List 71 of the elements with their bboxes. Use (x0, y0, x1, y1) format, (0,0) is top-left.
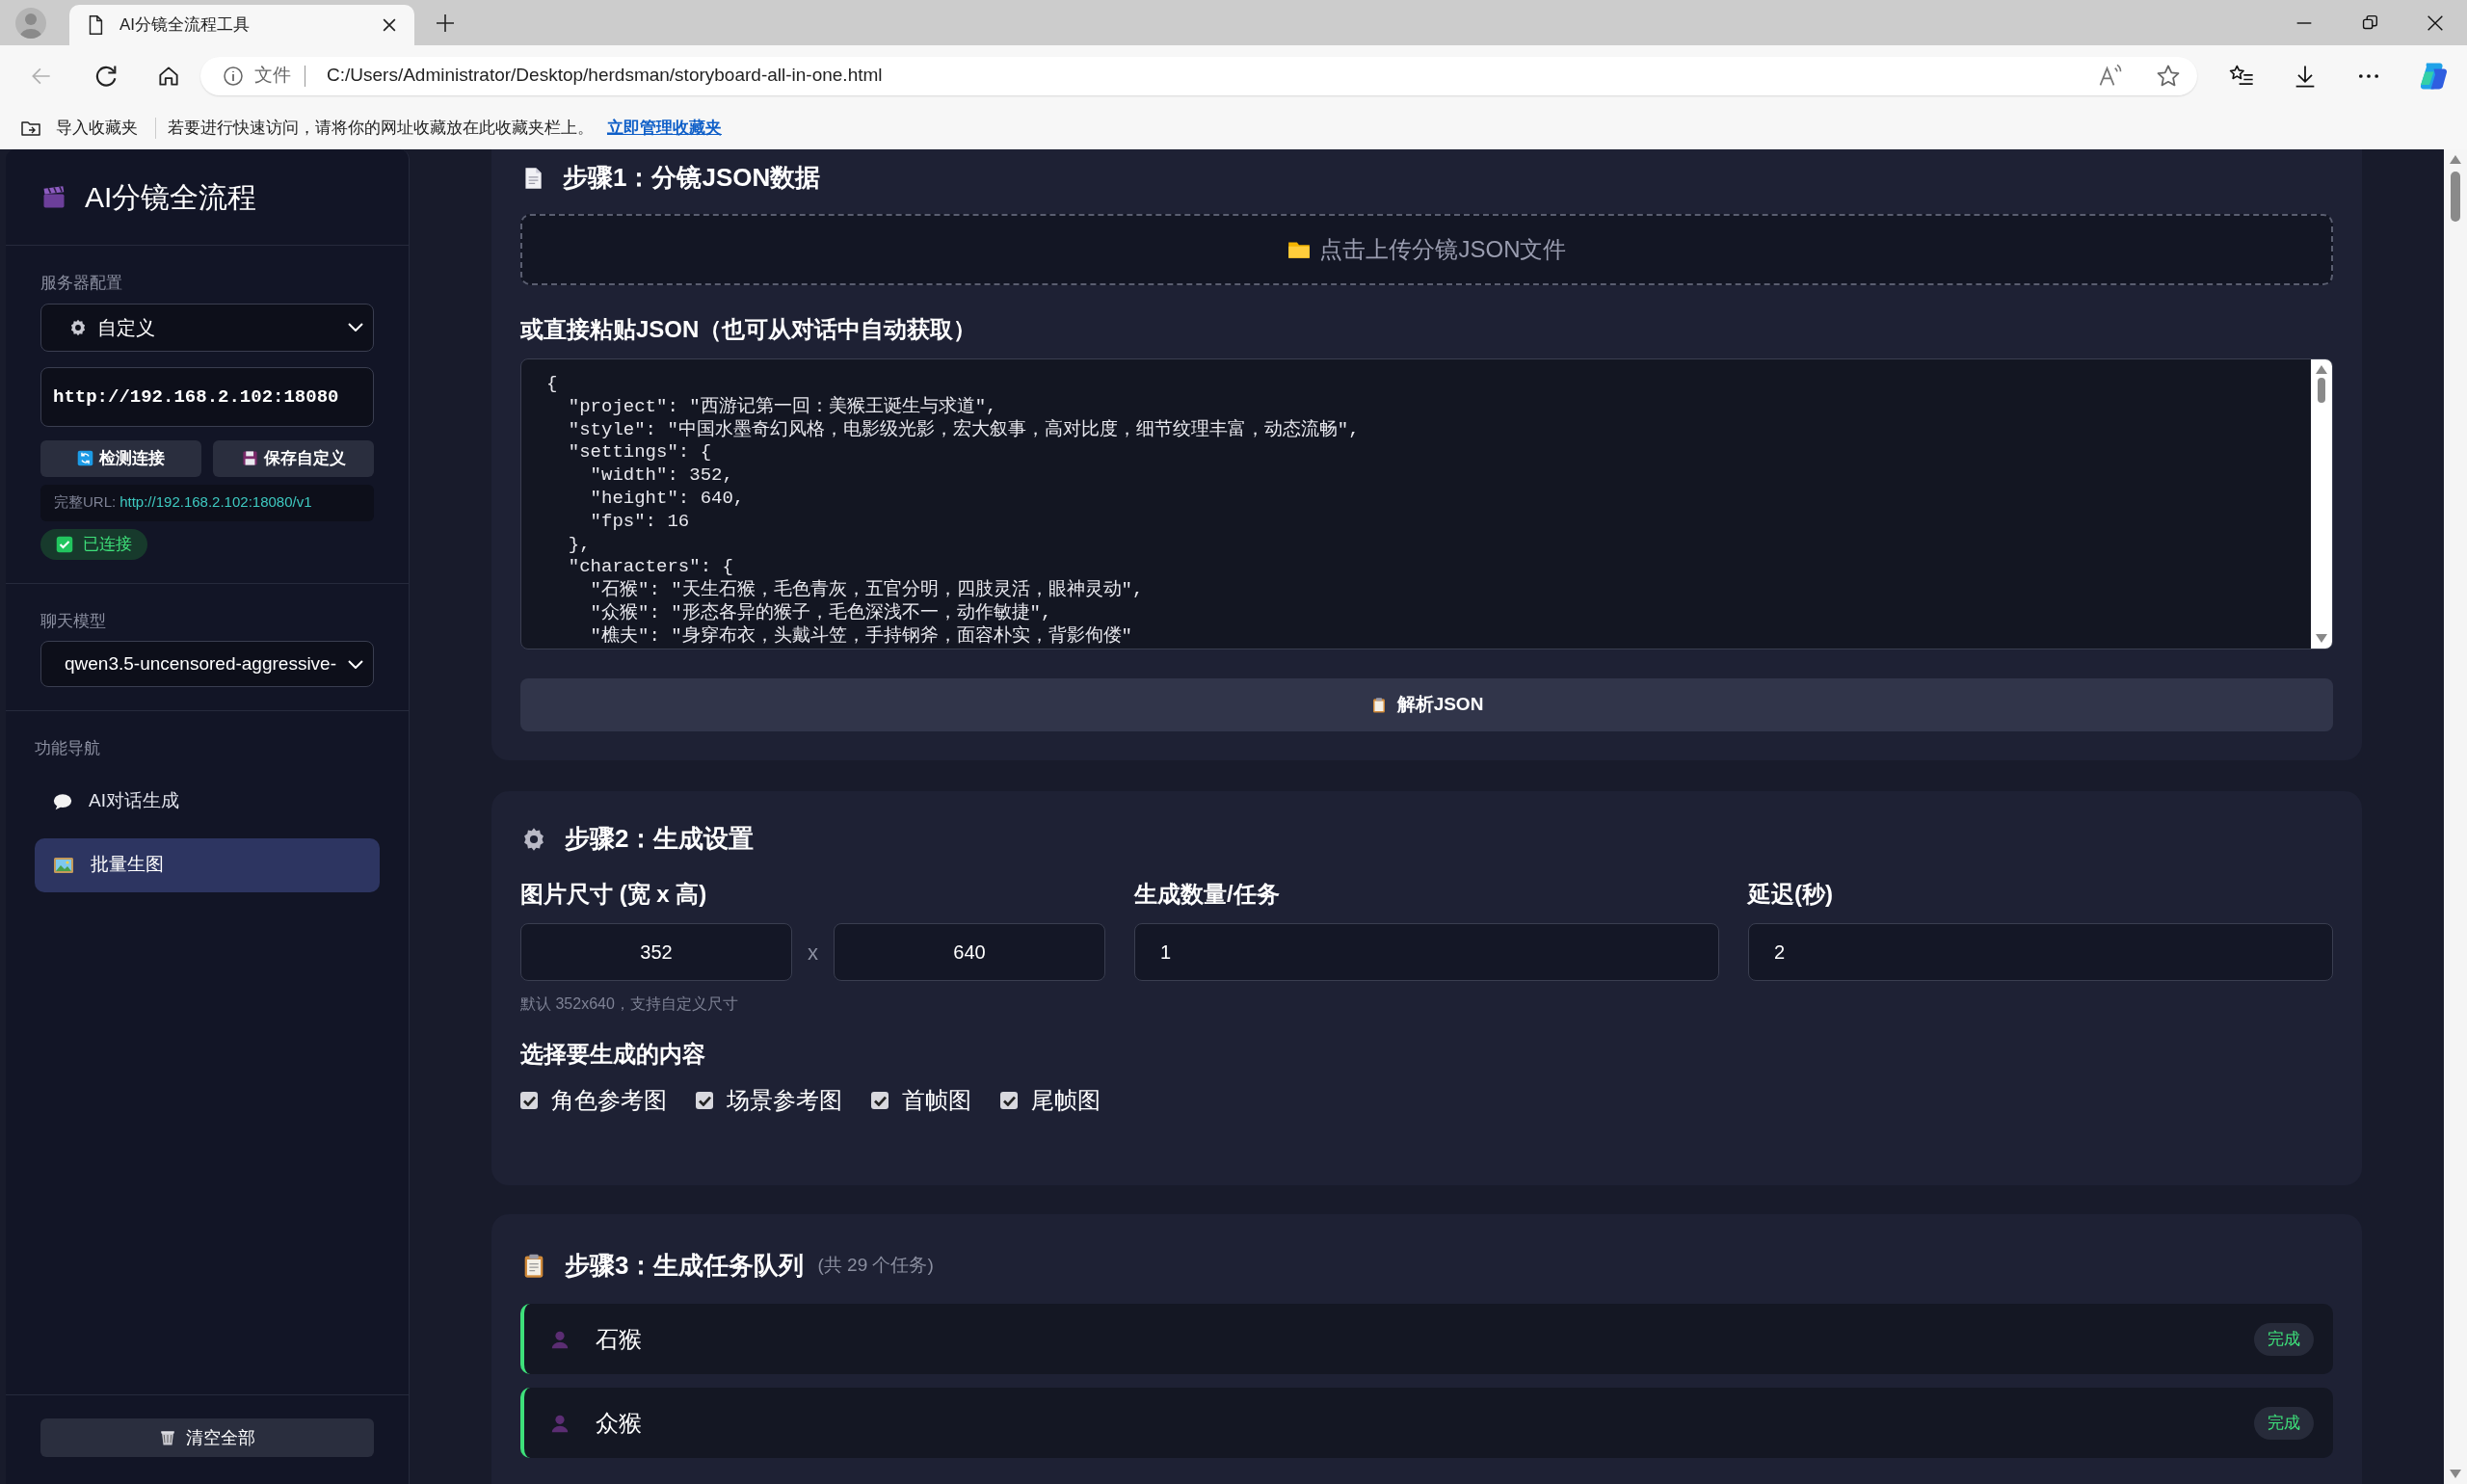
task-name: 石猴 (596, 1324, 643, 1354)
checkbox[interactable] (696, 1092, 713, 1109)
height-field[interactable]: 640 (834, 923, 1105, 981)
upload-area[interactable]: 点击上传分镜JSON文件 (520, 214, 2333, 285)
favorites-hint: 若要进行快速访问，请将你的网址收藏放在此收藏夹栏上。 (168, 117, 594, 139)
gear-icon (68, 317, 88, 337)
content-checkbox[interactable]: 场景参考图 (696, 1083, 842, 1118)
scroll-down-icon[interactable] (2316, 634, 2327, 643)
check-box-icon (56, 535, 73, 553)
section-label: 聊天模型 (40, 610, 107, 632)
count-field[interactable]: 1 (1134, 923, 1719, 981)
chevron-down-icon (348, 659, 363, 669)
server-url-field[interactable]: http://192.168.2.102:18080 (40, 366, 374, 427)
check-icon (1002, 1095, 1016, 1106)
app-title: AI分镜全流程 (85, 180, 257, 215)
task-name: 众猴 (596, 1408, 643, 1438)
step-title: 步骤1：分镜JSON数据 (563, 162, 821, 194)
field-label: 延迟(秒) (1748, 880, 1834, 909)
full-url-label: 完整URL: (54, 492, 117, 513)
section-label: 功能导航 (35, 738, 101, 759)
model-dropdown[interactable]: qwen3.5-uncensored-aggressive- (40, 641, 374, 687)
section-label: 服务器配置 (40, 273, 123, 294)
clear-all-button[interactable]: 清空全部 (40, 1418, 374, 1457)
server-dropdown[interactable]: 自定义 (40, 303, 374, 352)
url-text: C:/Users/Administrator/Desktop/herdsman/storyboard-all-in-one.html (327, 64, 884, 88)
content-checkbox[interactable]: 首帧图 (871, 1083, 971, 1118)
nav-item[interactable]: AI对话生成 (35, 774, 380, 829)
import-favorites-button[interactable]: 导入收藏夹 (56, 115, 138, 141)
check-icon (522, 1095, 536, 1106)
content-label: 选择要生成的内容 (520, 1040, 706, 1069)
scrollbar-thumb[interactable] (2451, 172, 2460, 222)
step-title: 步骤3：生成任务队列 (565, 1250, 805, 1282)
scroll-down-icon[interactable] (2450, 1470, 2461, 1478)
scrollbar-thumb[interactable] (2318, 378, 2325, 403)
refresh-icon (77, 450, 93, 466)
chevron-down-icon (348, 323, 363, 331)
width-field[interactable]: 352 (520, 923, 792, 981)
json-textarea[interactable]: { "project": "西游记第一回：美猴王诞生与求道", "style": "中国水墨奇幻风格，电影级光影，宏大叙事，高对比度，细节纹理丰富，动态流畅", "settings": { "width": 352, "height": 640, "fps": 16 }, "characters": { "石猴": "天生石猴，毛色青灰，五官分明，四肢灵活，眼神灵动", "众猴": "形态各异的猴子，毛色深浅不一，动作敏捷", "樵夫": "身穿布衣，头戴斗笠，手持钢斧，面容朴实，背影佝偻" (520, 358, 2333, 649)
field-label: 图片尺寸 (宽 x 高) (520, 880, 708, 909)
page-scrollbar[interactable] (2444, 149, 2467, 1484)
wastebasket-icon (159, 1429, 176, 1446)
check-icon (698, 1095, 711, 1106)
save-custom-button[interactable]: 保存自定义 (213, 439, 374, 477)
scroll-up-icon[interactable] (2316, 365, 2327, 374)
task-count: (共 29 个任务) (817, 1254, 934, 1278)
connection-status-badge: 已连接 (40, 528, 147, 560)
field-label: 生成数量/任务 (1134, 880, 1281, 909)
browser-tab[interactable]: AI分镜全流程工具 (69, 5, 414, 45)
step-title: 步骤2：生成设置 (565, 823, 755, 855)
delay-field[interactable]: 2 (1748, 923, 2333, 981)
checkbox[interactable] (520, 1092, 538, 1109)
scrollbar[interactable] (2311, 359, 2332, 649)
checkbox[interactable] (1000, 1092, 1018, 1109)
status-badge: 完成 (2254, 1322, 2314, 1356)
nav-item[interactable]: 批量生图 (35, 837, 380, 892)
scroll-up-icon[interactable] (2450, 155, 2461, 164)
check-icon (873, 1095, 887, 1106)
info-icon (222, 64, 245, 88)
address-bar[interactable]: 文件 C:/Users/Administrator/Desktop/herdsman/storyboard-all-in-one.html (200, 56, 2197, 95)
test-connection-button[interactable]: 检测连接 (40, 439, 201, 477)
address-label: 文件 (254, 64, 291, 88)
times-sign: x (807, 939, 819, 967)
paste-label: 或直接粘贴JSON（也可从对话中自动获取） (520, 315, 978, 344)
checkbox[interactable] (871, 1092, 889, 1109)
manage-favorites-link[interactable]: 立即管理收藏夹 (607, 115, 722, 141)
content-checkbox[interactable]: 尾帧图 (1000, 1083, 1101, 1118)
full-url-text: http://192.168.2.102:18080/v1 (119, 492, 312, 513)
size-hint: 默认 352x640，支持自定义尺寸 (520, 994, 739, 1014)
content-checkbox[interactable]: 角色参考图 (520, 1083, 667, 1118)
status-badge: 完成 (2254, 1406, 2314, 1440)
parse-json-button[interactable]: 解析JSON (520, 678, 2333, 731)
